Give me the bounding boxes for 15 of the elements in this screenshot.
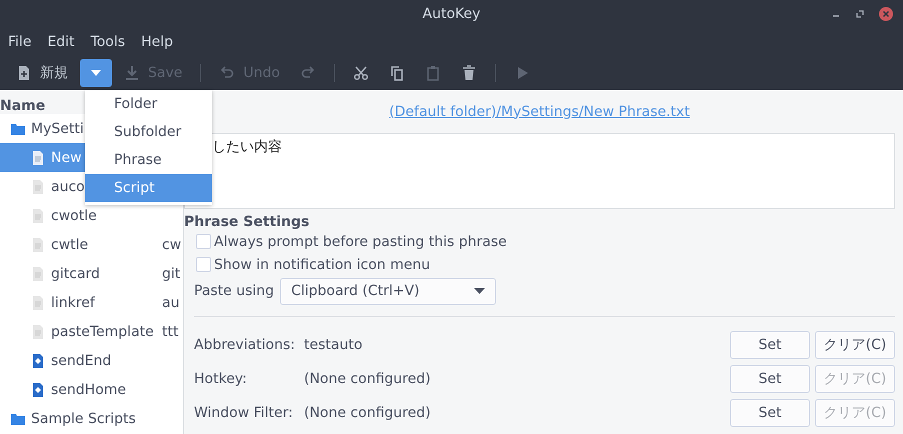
field-value: (None configured): [304, 405, 432, 421]
section-heading: Phrase Settings: [184, 214, 310, 230]
field-value: testauto: [304, 337, 364, 353]
tree-cell: git: [162, 266, 180, 282]
checkbox-label: Show in notification icon menu: [214, 256, 430, 272]
checkbox-label: Always prompt before pasting this phrase: [214, 234, 507, 250]
field-value: (None configured): [304, 371, 432, 387]
field-label: Paste using: [194, 283, 274, 299]
tree-cell: ttt: [162, 324, 178, 340]
tree-cell: au: [162, 294, 180, 310]
tree-cell: cw: [162, 236, 182, 252]
field-label: Abbreviations:: [194, 337, 296, 353]
field-label: Hotkey:: [194, 371, 248, 387]
field-label: Window Filter:: [194, 405, 294, 421]
window-title: AutoKey: [422, 6, 480, 22]
